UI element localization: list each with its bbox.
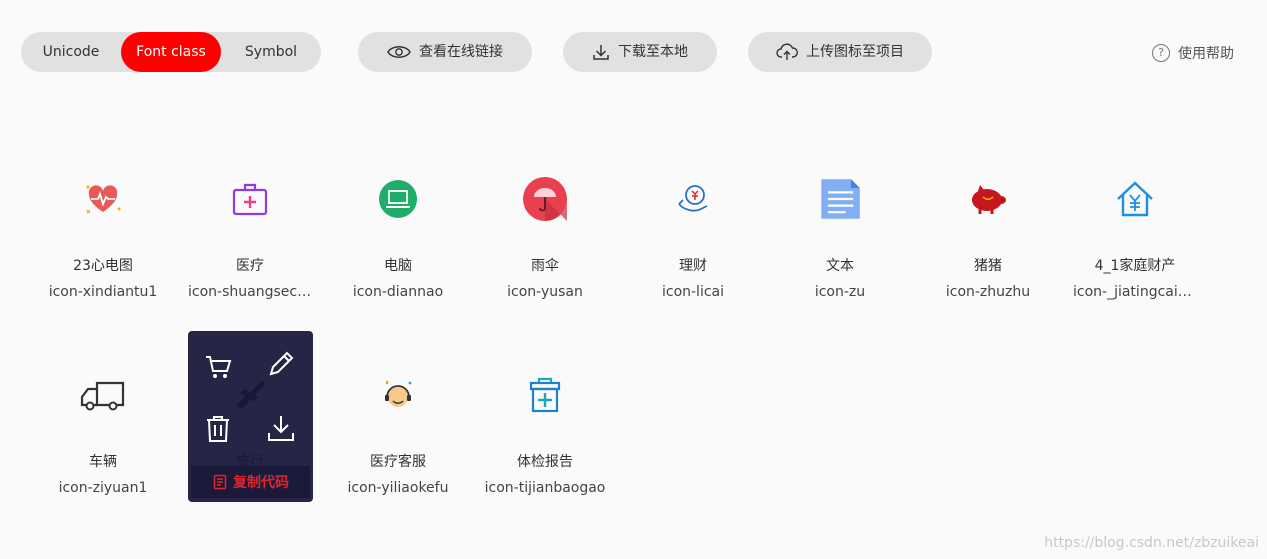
tab-font-class[interactable]: Font class	[121, 32, 221, 72]
cart-icon[interactable]	[203, 351, 233, 381]
tab-unicode[interactable]: Unicode	[21, 32, 121, 72]
trash-icon[interactable]	[203, 414, 233, 444]
copy-code-button[interactable]: 复制代码	[191, 466, 310, 498]
icon-name: 猪猪	[974, 258, 1002, 274]
copy-code-label: 复制代码	[233, 475, 289, 491]
download-local-button[interactable]: 下载至本地	[563, 32, 717, 72]
icon-name: 体检报告	[517, 454, 573, 470]
cloud-upload-icon	[776, 43, 798, 60]
icon-name: 医疗	[236, 258, 264, 274]
edit-icon[interactable]	[266, 349, 296, 379]
icon-code: icon-shuangsech...	[188, 284, 312, 300]
tab-symbol[interactable]: Symbol	[221, 32, 321, 72]
icon-card[interactable]: 23心电图 icon-xindiantu1	[41, 152, 165, 322]
view-online-link-button[interactable]: 查看在线链接	[358, 32, 532, 72]
truck-icon	[80, 381, 125, 411]
icon-card[interactable]: 4_1家庭财产 icon-_jiatingcaic...	[1073, 152, 1197, 322]
icon-code: icon-_jiatingcaic...	[1073, 284, 1197, 300]
medical-kit-icon	[232, 183, 268, 216]
icon-card[interactable]: 车辆 icon-ziyuan1	[41, 348, 165, 518]
icon-card[interactable]: 医疗 icon-shuangsech...	[188, 152, 312, 322]
icon-code: icon-licai	[661, 284, 725, 300]
icon-name: 雨伞	[531, 258, 559, 274]
icon-code: icon-diannao	[352, 284, 444, 300]
code-type-switch: Unicode Font class Symbol	[21, 32, 321, 72]
view-online-link-label: 查看在线链接	[419, 44, 503, 60]
heart-ecg-icon	[86, 185, 121, 214]
icon-name: 23心电图	[73, 258, 133, 274]
icon-name: 医疗客服	[370, 454, 426, 470]
icon-card[interactable]: 雨伞 icon-yusan	[483, 152, 607, 322]
icon-code: icon-ziyuan1	[58, 480, 148, 496]
checkup-report-icon	[529, 377, 561, 413]
upload-to-project-label: 上传图标至项目	[806, 44, 904, 60]
icon-code: icon-yusan	[507, 284, 583, 300]
help-link[interactable]: ? 使用帮助	[1152, 42, 1234, 64]
watermark: https://blog.csdn.net/zbzuikeai	[1044, 535, 1259, 551]
upload-to-project-button[interactable]: 上传图标至项目	[748, 32, 932, 72]
icon-card[interactable]: 文本 icon-zu	[778, 152, 902, 322]
icon-card[interactable]: 猪猪 icon-zhuzhu	[926, 152, 1050, 322]
help-label: 使用帮助	[1178, 46, 1234, 62]
finance-hand-icon	[678, 185, 708, 212]
icon-code: icon-zhuzhu	[945, 284, 1031, 300]
pig-icon	[972, 185, 1006, 214]
copy-icon	[213, 474, 227, 490]
icon-card[interactable]: 医疗客服 icon-yiliaokefu	[336, 348, 460, 518]
umbrella-icon	[523, 177, 567, 221]
icon-name: 车辆	[89, 454, 117, 470]
house-yuan-icon	[1117, 181, 1153, 217]
icon-card[interactable]: 体检报告 icon-tijianbaogao	[483, 348, 607, 518]
computer-icon	[379, 180, 417, 218]
medical-support-icon	[385, 380, 412, 407]
icon-card[interactable]: 电脑 icon-diannao	[336, 152, 460, 322]
icon-name: 电脑	[384, 258, 412, 274]
icon-code: icon-yiliaokefu	[347, 480, 449, 496]
icon-code: icon-tijianbaogao	[484, 480, 606, 496]
icon-name: 4_1家庭财产	[1094, 258, 1176, 274]
help-icon: ?	[1152, 44, 1170, 62]
icon-name: 理财	[679, 258, 707, 274]
icon-code: icon-xindiantu1	[48, 284, 158, 300]
download-icon[interactable]	[266, 413, 296, 443]
icon-code: icon-zu	[814, 284, 866, 300]
download-icon	[593, 45, 609, 60]
icon-name: 文本	[826, 258, 854, 274]
eye-icon	[387, 46, 411, 58]
document-icon	[821, 179, 860, 219]
icon-card[interactable]: 理财 icon-licai	[631, 152, 755, 322]
download-local-label: 下载至本地	[618, 44, 688, 60]
icon-action-overlay: 复制代码	[188, 331, 313, 502]
